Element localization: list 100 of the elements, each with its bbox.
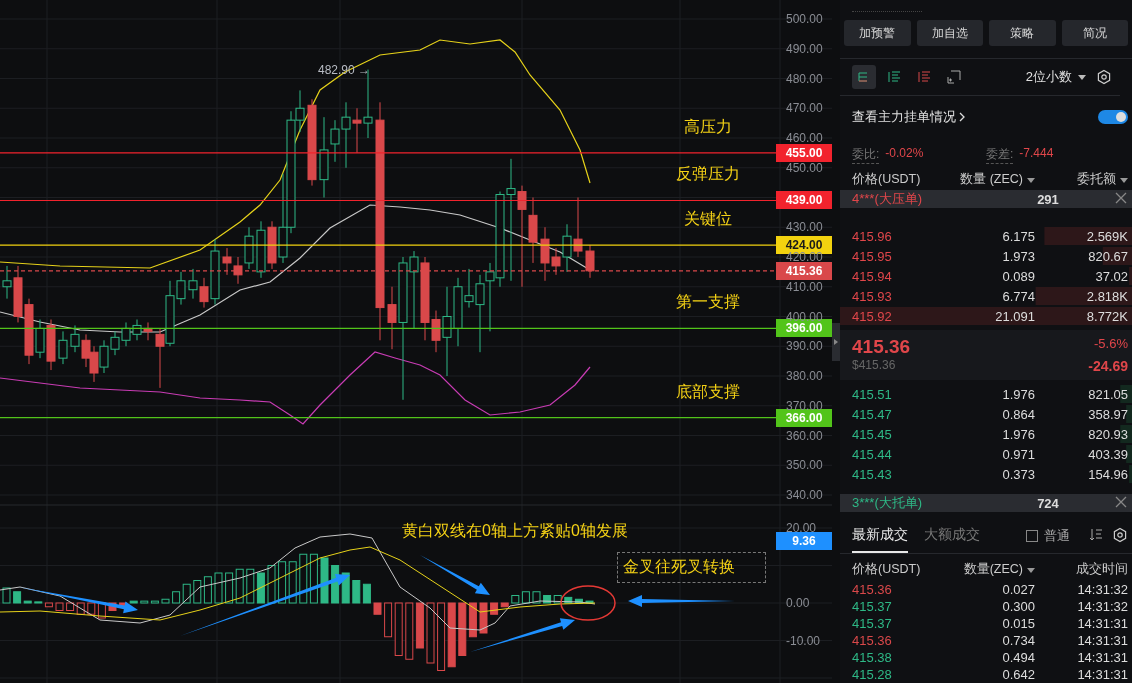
- panel-collapse-handle[interactable]: [832, 322, 840, 361]
- axis-label: 460.00: [786, 131, 823, 145]
- price-cell-text: 415.45: [852, 426, 893, 442]
- histogram-bar: [405, 602, 414, 660]
- checkbox[interactable]: [1026, 530, 1038, 543]
- column-header: 委托额: [1035, 170, 1128, 188]
- change-percent: -5.6%: [1093, 336, 1128, 354]
- decimals-dropdown[interactable]: 2位小数: [1025, 68, 1086, 87]
- axis-label: 450.00: [786, 160, 823, 175]
- axis-label: -10.00: [786, 633, 821, 648]
- histogram-bar: [256, 572, 265, 604]
- annotation-arrow: [420, 555, 490, 595]
- histogram-bar: [214, 572, 223, 604]
- histogram-bar: [225, 572, 234, 604]
- candlestick: [132, 319, 142, 341]
- action-button[interactable]: 简况: [1061, 20, 1128, 47]
- axis-label: 0.00: [786, 596, 810, 610]
- axis-label: 500.00: [786, 12, 823, 26]
- chart-annotation: 黄白双线在0轴上方紧贴0轴发展: [402, 521, 628, 541]
- total-cell-text: 37.02: [1094, 268, 1128, 284]
- time-cell-text: 14:31:32: [1076, 598, 1128, 614]
- histogram-bar: [479, 602, 488, 634]
- axis-label: 430.00: [786, 220, 823, 235]
- histogram-bar: [320, 557, 329, 604]
- close-icon: [1115, 192, 1127, 205]
- chart-annotation: 反弹压力: [676, 164, 740, 185]
- price-cell-text: 415.95: [852, 248, 893, 264]
- view-mode-button[interactable]: [852, 65, 876, 90]
- action-button[interactable]: 策略: [989, 20, 1056, 47]
- histogram-bar: [161, 598, 170, 604]
- price-tag: 439.00: [776, 191, 832, 210]
- banner-label: 4***(大压单): [852, 190, 924, 209]
- candlestick: [58, 330, 68, 365]
- action-button[interactable]: 加预警: [844, 20, 911, 47]
- histogram-bar: [288, 561, 297, 604]
- total-cell-text: 821.05: [1087, 386, 1128, 402]
- histogram-bar: [87, 602, 96, 615]
- chart-annotation: 第一支撑: [676, 292, 740, 313]
- close-icon: [1115, 496, 1127, 509]
- price-cell-text: 415.38: [852, 649, 893, 665]
- histogram-bar: [585, 600, 594, 604]
- quantity-cell-text: 6.774: [1001, 288, 1035, 304]
- candlestick: [585, 244, 595, 279]
- chevron-icon: [959, 112, 965, 123]
- histogram-bar: [203, 576, 212, 604]
- change-amount: -24.69: [1088, 358, 1128, 375]
- histogram-bar: [246, 568, 255, 604]
- triangle-icon: [834, 338, 838, 345]
- total-cell-text: 154.96: [1087, 466, 1128, 482]
- column-header: 成交时间: [1075, 560, 1128, 578]
- price-cell-text: 415.44: [852, 446, 893, 462]
- stat-label: 委比:: [852, 146, 880, 165]
- axis-label: 380.00: [786, 369, 823, 383]
- candlestick: [99, 339, 109, 374]
- action-button[interactable]: 加自选: [916, 20, 983, 47]
- banner-label: 3***(大托单): [852, 494, 924, 513]
- price-cell-text: 415.96: [852, 228, 893, 244]
- candlestick: [155, 327, 165, 389]
- histogram-bar: [309, 553, 318, 604]
- price-cell-text: 415.43: [852, 466, 893, 482]
- quantity-cell-text: 0.300: [1001, 598, 1035, 614]
- quantity-cell-text: 1.973: [1001, 248, 1035, 264]
- price-cell-text: 415.93: [852, 288, 893, 304]
- main-orders-link[interactable]: 查看主力挂单情况: [852, 108, 965, 127]
- settings-icon: [1096, 69, 1112, 86]
- histogram-bar: [341, 572, 350, 604]
- quantity-cell-text: 0.027: [1001, 581, 1035, 597]
- highlight-ellipse: [560, 585, 616, 621]
- banner-count: 291: [1036, 191, 1060, 207]
- quantity-cell-text: 0.089: [1001, 268, 1035, 284]
- caret-icon: [1078, 74, 1086, 80]
- stat-value: -7.444: [1019, 146, 1054, 163]
- price-cell-text: 415.28: [852, 666, 893, 682]
- histogram-bar: [235, 568, 244, 604]
- tab[interactable]: 大额成交: [924, 526, 980, 554]
- axis-label: 360.00: [786, 428, 823, 443]
- histogram-bar: [193, 580, 202, 604]
- total-cell-text: 8.772K: [1085, 308, 1128, 324]
- time-cell-text: 14:31:31: [1076, 632, 1128, 648]
- candlestick: [121, 321, 131, 347]
- time-cell-text: 14:31:31: [1076, 666, 1128, 682]
- quantity-cell-text: 0.971: [1001, 446, 1035, 462]
- settings-icon: [1112, 526, 1128, 543]
- candlestick: [485, 262, 495, 332]
- column-header: 数量 (ZEC): [935, 170, 1035, 188]
- tab[interactable]: 最新成交: [852, 526, 908, 554]
- histogram-bar: [278, 561, 287, 604]
- column-header: 数量(ZEC): [935, 560, 1035, 578]
- candlestick: [143, 321, 153, 341]
- axis-label: 470.00: [786, 101, 823, 116]
- banner-count: 724: [1036, 495, 1060, 511]
- quantity-cell-text: 1.976: [1001, 426, 1035, 442]
- column-header: 价格(USDT): [852, 560, 922, 578]
- axis-label: 350.00: [786, 458, 823, 473]
- price-cell-text: 415.94: [852, 268, 893, 284]
- caret-icon: [1027, 177, 1035, 183]
- price-cell-text: 415.47: [852, 406, 893, 422]
- toggle-switch[interactable]: [1098, 110, 1128, 125]
- histogram-bar: [437, 602, 446, 671]
- quantity-cell-text: 0.373: [1001, 466, 1035, 482]
